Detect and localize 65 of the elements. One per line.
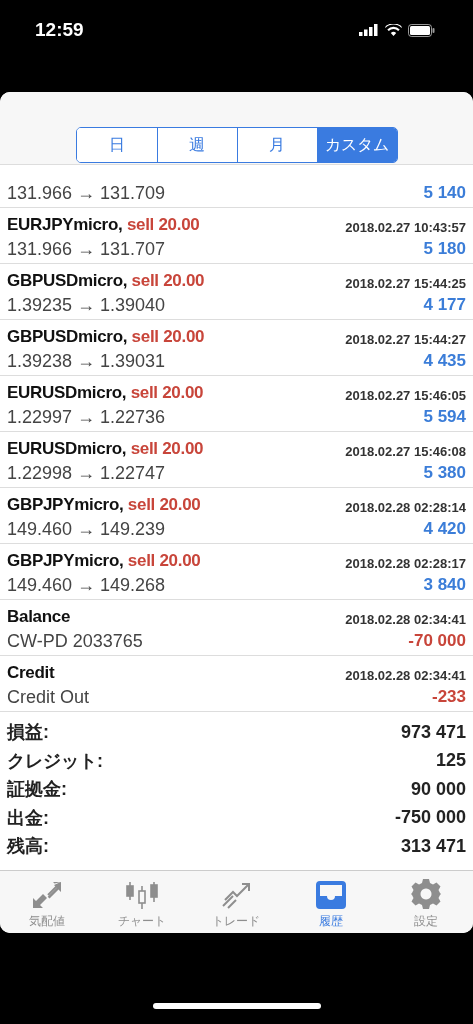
profit-amount: 3 840 [423,575,466,595]
price-range: 131.966 → 131.707 [7,238,166,260]
clock-time: 12:59 [35,19,84,41]
trade-title: GBPJPYmicro, sell 20.00 [7,495,201,515]
profit-amount: 4 420 [423,519,466,539]
period-tab[interactable]: 日 [76,128,157,162]
price-range: 1.39235 → 1.39040 [7,294,166,316]
trade-title: GBPUSDmicro, sell 20.00 [7,327,205,347]
summary-value: -750 000 [394,807,466,829]
trade-title: GBPJPYmicro, sell 20.00 [7,551,201,571]
tab-bar-item[interactable]: チャート [94,871,190,933]
price-range: 149.460 → 149.239 [7,518,166,540]
price-range: 149.460 → 149.268 [7,574,166,596]
tab-bar-item[interactable]: 気配値 [0,871,95,933]
wifi-icon [385,24,402,36]
timestamp: 2018.02.28 02:34:41 [345,668,466,683]
profit-amount: 4 435 [423,351,466,371]
trade-title: GBPUSDmicro, sell 20.00 [7,271,205,291]
period-tab[interactable]: 月 [236,128,317,162]
arrows-icon [31,880,64,910]
trade-title: EURUSDmicro, sell 20.00 [7,439,204,459]
summary-value: 90 000 [410,778,466,800]
timestamp: 2018.02.28 02:34:41 [345,612,466,627]
profit-amount: 5 594 [423,407,466,427]
candlestick-icon [124,880,159,910]
battery-icon [408,23,435,37]
period-tab[interactable]: カスタム [316,128,397,162]
trade-title: EURUSDmicro, sell 20.00 [7,383,204,403]
timestamp: 2018.02.27 15:44:25 [345,276,466,291]
trade-title: EURJPYmicro, sell 20.00 [7,215,200,235]
timestamp: 2018.02.27 15:46:08 [345,444,466,459]
summary-value: 125 [435,750,466,772]
entry-comment: Credit Out [7,686,90,708]
timestamp: 2018.02.27 15:46:05 [345,388,466,403]
price-range: 1.39238 → 1.39031 [7,350,166,372]
tab-bar-item[interactable]: トレード [189,871,284,933]
price-range: 1.22997 → 1.22736 [7,406,166,428]
summary-label: クレジット: [7,749,103,773]
summary-label: 残高: [7,835,49,859]
timestamp: 2018.02.27 10:43:57 [345,220,466,235]
period-tab[interactable]: 週 [156,128,237,162]
profit-amount: 5 180 [423,239,466,259]
profit-amount: -70 000 [408,631,466,651]
profit-amount: 5 140 [423,183,466,203]
price-range: 1.22998 → 1.22747 [7,462,166,484]
entry-comment: CW-PD 2033765 [7,630,143,652]
tab-bar-item[interactable]: 履歴 [283,871,379,933]
timestamp: 2018.02.28 02:28:14 [345,500,466,515]
settings-icon [409,878,442,910]
summary-label: 証拠金: [7,778,67,802]
profit-amount: 5 380 [423,463,466,483]
tab-bar-item[interactable]: 設定 [378,871,473,933]
timestamp: 2018.02.28 02:28:17 [345,556,466,571]
price-range: 131.966 → 131.709 [7,182,166,204]
entry-title: Credit [7,663,55,683]
summary-label: 損益: [7,721,49,745]
inbox-icon [315,880,348,910]
profit-amount: -233 [431,687,466,707]
summary-value: 313 471 [400,835,466,857]
signal-icon [359,24,379,36]
profit-amount: 4 177 [423,295,466,315]
entry-title: Balance [7,607,71,627]
timestamp: 2018.02.27 15:44:27 [345,332,466,347]
summary-label: 出金: [7,806,49,830]
summary-value: 973 471 [400,721,466,743]
